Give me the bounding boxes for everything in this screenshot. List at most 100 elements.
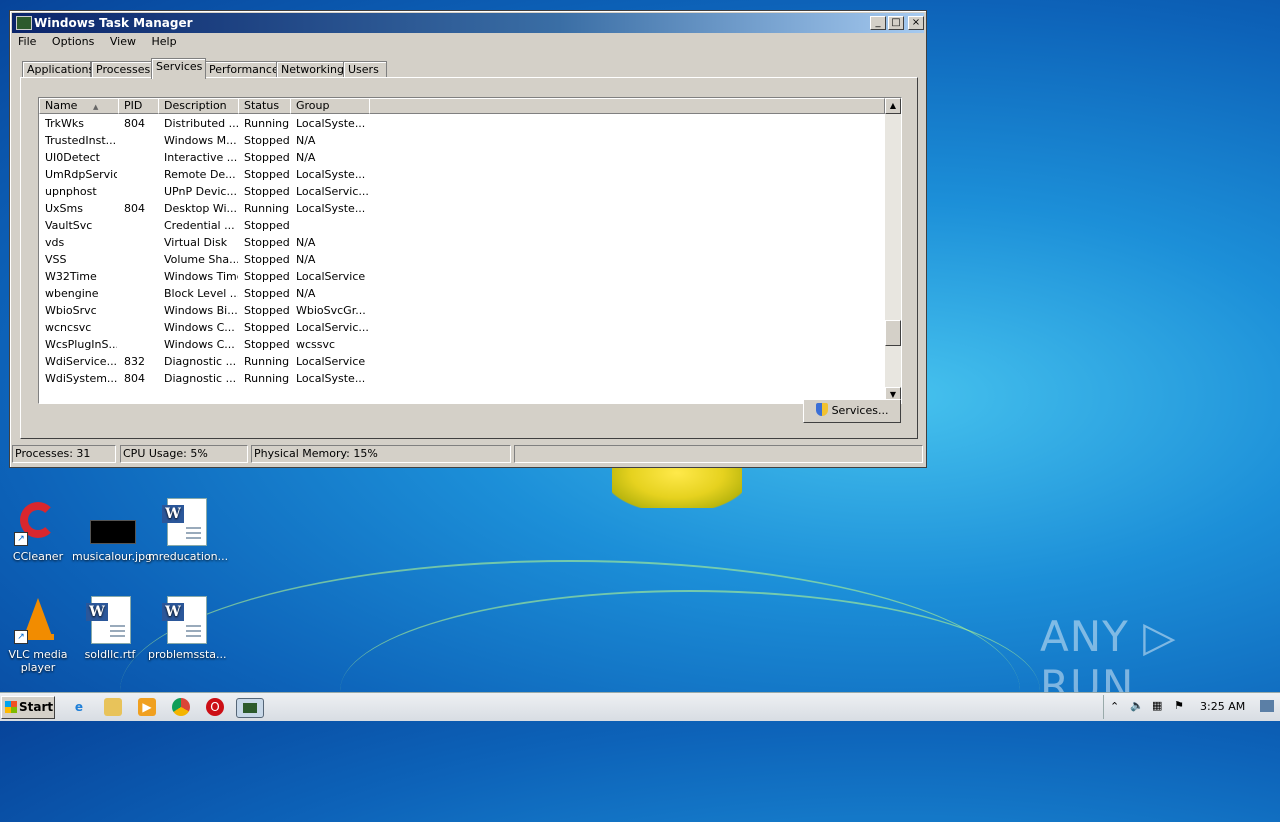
title-bar[interactable]: Windows Task Manager _ □ × bbox=[12, 13, 924, 33]
cell-group: LocalSyste... bbox=[296, 168, 366, 181]
show-hidden-icons-icon[interactable]: ⌃ bbox=[1110, 700, 1119, 713]
cell-status: Stopped bbox=[244, 134, 290, 147]
table-row[interactable]: upnphost UPnP Devic... Stopped LocalServic.… bbox=[39, 183, 884, 200]
table-row[interactable]: WcsPlugInS... Windows C... Stopped wcssvc bbox=[39, 336, 884, 353]
desktop-icon-soldllc[interactable]: W soldllc.rtf bbox=[72, 596, 148, 661]
cell-group: N/A bbox=[296, 134, 316, 147]
maximize-button[interactable]: □ bbox=[888, 16, 904, 30]
column-header-pid[interactable]: PID bbox=[118, 98, 159, 114]
minimize-button[interactable]: _ bbox=[870, 16, 886, 30]
desktop-icon-vlc[interactable]: ↗ VLC media player bbox=[0, 596, 76, 674]
cell-description: Remote De... bbox=[164, 168, 236, 181]
cell-description: Interactive ... bbox=[164, 151, 238, 164]
task-manager-window: Windows Task Manager _ □ × File Options … bbox=[9, 10, 927, 468]
desktop-icon-label: musicalour.jpg bbox=[72, 550, 153, 563]
network-icon[interactable]: ▦ bbox=[1152, 699, 1162, 712]
scroll-thumb[interactable] bbox=[885, 320, 901, 346]
tab-networking[interactable]: Networking bbox=[276, 61, 345, 78]
cell-pid: 804 bbox=[124, 202, 145, 215]
cell-name: wcncsvc bbox=[45, 321, 92, 334]
table-row[interactable]: wbengine Block Level ... Stopped N/A bbox=[39, 285, 884, 302]
close-button[interactable]: × bbox=[908, 16, 924, 30]
cell-name: UxSms bbox=[45, 202, 83, 215]
table-row[interactable]: VaultSvc Credential ... Stopped bbox=[39, 217, 884, 234]
volume-icon[interactable]: 🔈 bbox=[1130, 699, 1144, 712]
menu-options[interactable]: Options bbox=[52, 35, 94, 48]
cell-status: Stopped bbox=[244, 253, 290, 266]
table-row[interactable]: UmRdpService Remote De... Stopped LocalSyst… bbox=[39, 166, 884, 183]
cell-pid: 832 bbox=[124, 355, 145, 368]
cell-description: Windows Bi... bbox=[164, 304, 238, 317]
cell-description: Block Level ... bbox=[164, 287, 238, 300]
cell-group: N/A bbox=[296, 253, 316, 266]
media-player-icon[interactable]: ▶ bbox=[138, 698, 156, 716]
desktop-icon-mreducation[interactable]: W mreducation... bbox=[148, 498, 228, 563]
cell-group: LocalService bbox=[296, 270, 366, 283]
scroll-up-button[interactable]: ▲ bbox=[885, 98, 901, 114]
table-row[interactable]: WbioSrvc Windows Bi... Stopped WbioSvcGr... bbox=[39, 302, 884, 319]
table-row[interactable]: TrkWks 804 Distributed ... Running LocalSyst… bbox=[39, 115, 884, 132]
column-header-label: Name bbox=[45, 99, 78, 112]
action-center-flag-icon[interactable]: ⚑ bbox=[1174, 699, 1184, 712]
services-button[interactable]: Services... bbox=[803, 399, 901, 423]
tab-performance[interactable]: Performance bbox=[204, 61, 279, 78]
table-row[interactable]: WdiSystem... 804 Diagnostic ... Running Loca… bbox=[39, 370, 884, 387]
cell-name: WdiSystem... bbox=[45, 372, 117, 385]
shortcut-arrow-icon: ↗ bbox=[14, 532, 28, 546]
status-empty bbox=[514, 445, 923, 463]
menu-view[interactable]: View bbox=[110, 35, 136, 48]
cell-name: W32Time bbox=[45, 270, 97, 283]
cell-name: WcsPlugInS... bbox=[45, 338, 117, 351]
column-header-name[interactable]: Name ▲ bbox=[39, 98, 119, 114]
cell-status: Stopped bbox=[244, 270, 290, 283]
table-row[interactable]: wcncsvc Windows C... Stopped LocalServic... bbox=[39, 319, 884, 336]
cell-description: Windows C... bbox=[164, 338, 235, 351]
opera-icon[interactable]: O bbox=[206, 698, 224, 716]
explorer-icon[interactable] bbox=[104, 698, 122, 716]
table-row[interactable]: TrustedInst... Windows M... Stopped N/A bbox=[39, 132, 884, 149]
cell-name: VaultSvc bbox=[45, 219, 93, 232]
task-manager-icon bbox=[16, 16, 32, 30]
column-header-filler bbox=[369, 98, 885, 114]
cell-group: LocalSyste... bbox=[296, 372, 366, 385]
table-row[interactable]: WdiService... 832 Diagnostic ... Running Loc… bbox=[39, 353, 884, 370]
desktop-icon-ccleaner[interactable]: ↗ CCleaner bbox=[0, 498, 76, 563]
task-manager-icon[interactable] bbox=[236, 698, 264, 718]
table-row[interactable]: W32Time Windows Time Stopped LocalService bbox=[39, 268, 884, 285]
cell-status: Stopped bbox=[244, 151, 290, 164]
cell-group: LocalSyste... bbox=[296, 202, 366, 215]
table-row[interactable]: UI0Detect Interactive ... Stopped N/A bbox=[39, 149, 884, 166]
table-row[interactable]: UxSms 804 Desktop Wi... Running LocalSyste..… bbox=[39, 200, 884, 217]
cell-description: Desktop Wi... bbox=[164, 202, 238, 215]
tab-users[interactable]: Users bbox=[343, 61, 387, 78]
shortcut-arrow-icon: ↗ bbox=[14, 630, 28, 644]
cell-group: LocalSyste... bbox=[296, 117, 366, 130]
table-row[interactable]: vds Virtual Disk Stopped N/A bbox=[39, 234, 884, 251]
vertical-scrollbar[interactable]: ▲ ▼ bbox=[885, 98, 901, 403]
word-doc-icon: W bbox=[162, 596, 210, 644]
start-button[interactable]: Start bbox=[1, 696, 55, 719]
tab-processes[interactable]: Processes bbox=[91, 61, 153, 78]
window-title: Windows Task Manager bbox=[34, 16, 193, 30]
tab-services[interactable]: Services bbox=[151, 58, 206, 79]
ccleaner-icon: ↗ bbox=[14, 498, 62, 546]
clock[interactable]: 3:25 AM bbox=[1200, 700, 1245, 713]
table-row[interactable]: VSS Volume Sha... Stopped N/A bbox=[39, 251, 884, 268]
services-list[interactable]: Name ▲ PID Description Status Group TrkW… bbox=[38, 97, 902, 404]
chrome-icon[interactable] bbox=[172, 698, 190, 716]
internet-explorer-icon[interactable]: e bbox=[70, 698, 88, 716]
cell-description: Distributed ... bbox=[164, 117, 238, 130]
menu-help[interactable]: Help bbox=[151, 35, 176, 48]
column-header-status[interactable]: Status bbox=[238, 98, 291, 114]
desktop-icon-problemssta[interactable]: W problemssta... bbox=[148, 596, 227, 661]
show-desktop-icon[interactable] bbox=[1260, 700, 1274, 712]
column-header-group[interactable]: Group bbox=[290, 98, 370, 114]
cell-group: WbioSvcGr... bbox=[296, 304, 366, 317]
column-header-description[interactable]: Description bbox=[158, 98, 239, 114]
cell-name: TrkWks bbox=[45, 117, 84, 130]
cell-status: Stopped bbox=[244, 236, 290, 249]
menu-file[interactable]: File bbox=[18, 35, 36, 48]
cell-status: Stopped bbox=[244, 168, 290, 181]
desktop-icon-musicalour[interactable]: musicalour.jpg bbox=[72, 498, 153, 563]
tab-applications[interactable]: Applications bbox=[22, 61, 94, 78]
